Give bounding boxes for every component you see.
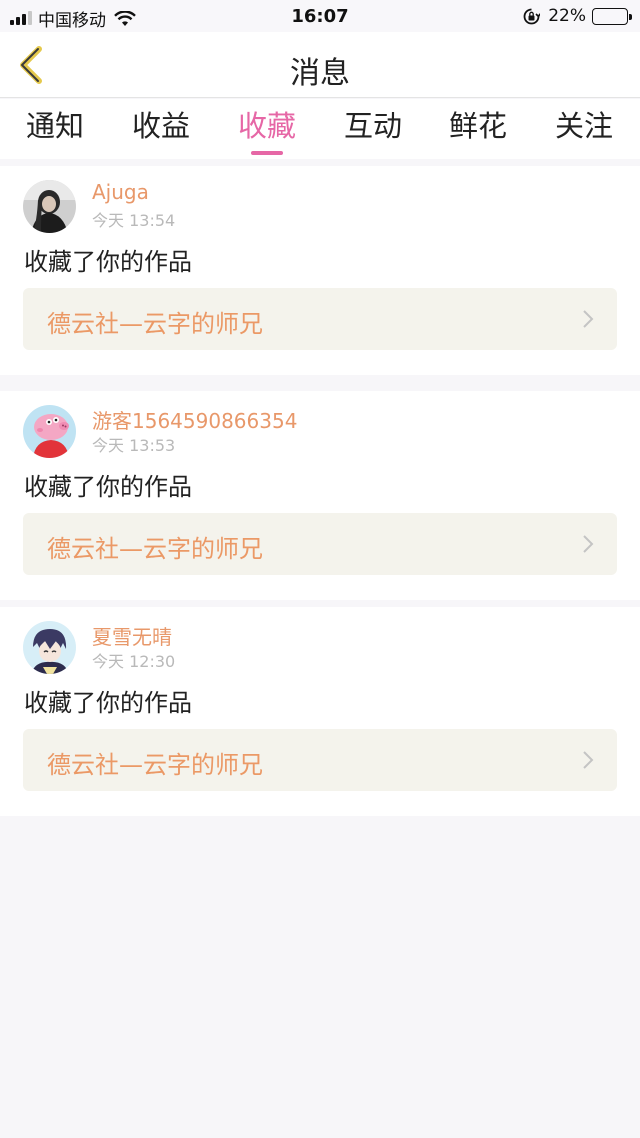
- rotation-lock-icon: [523, 8, 541, 24]
- battery-icon: [592, 7, 632, 25]
- notification-card: 游客1564590866354 今天 13:53 收藏了你的作品 德云社—云字的…: [0, 391, 640, 600]
- avatar[interactable]: [23, 621, 76, 674]
- username[interactable]: Ajuga: [92, 180, 149, 204]
- username[interactable]: 夏雪无晴: [92, 621, 172, 650]
- timestamp: 今天 13:54: [92, 211, 176, 230]
- tab-interactions[interactable]: 互动: [320, 103, 426, 145]
- page-title: 消息: [290, 56, 350, 91]
- work-link[interactable]: 德云社—云字的师兄: [23, 513, 617, 575]
- battery-percent: 22%: [548, 6, 586, 26]
- work-title: 德云社—云字的师兄: [47, 310, 263, 338]
- chevron-right-icon: [583, 310, 594, 328]
- action-text: 收藏了你的作品: [24, 689, 192, 717]
- chevron-right-icon: [583, 535, 594, 553]
- tab-label: 鲜花: [448, 109, 507, 143]
- tab-label: 收藏: [237, 109, 296, 143]
- username[interactable]: 游客1564590866354: [92, 405, 297, 434]
- tab-favorites[interactable]: 收藏: [214, 103, 320, 155]
- action-text: 收藏了你的作品: [24, 248, 192, 276]
- work-title: 德云社—云字的师兄: [47, 751, 263, 779]
- work-link[interactable]: 德云社—云字的师兄: [23, 288, 617, 350]
- tab-label: 互动: [343, 109, 402, 143]
- tab-following[interactable]: 关注: [531, 103, 637, 145]
- work-title: 德云社—云字的师兄: [47, 535, 263, 563]
- tab-label: 收益: [131, 109, 190, 143]
- tab-flowers[interactable]: 鲜花: [425, 103, 531, 145]
- timestamp: 今天 12:30: [92, 652, 176, 671]
- chevron-right-icon: [583, 751, 594, 769]
- avatar[interactable]: [23, 180, 76, 233]
- action-text: 收藏了你的作品: [24, 473, 192, 501]
- tab-label: 关注: [554, 109, 613, 143]
- tab-notifications[interactable]: 通知: [2, 103, 108, 145]
- status-bar: 中国移动 16:07 22%: [0, 0, 640, 32]
- notification-card: Ajuga 今天 13:54 收藏了你的作品 德云社—云字的师兄: [0, 166, 640, 375]
- timestamp: 今天 13:53: [92, 436, 176, 455]
- notification-card: 夏雪无晴 今天 12:30 收藏了你的作品 德云社—云字的师兄: [0, 607, 640, 816]
- status-right: 22%: [523, 6, 632, 26]
- nav-bar: 消息: [0, 32, 640, 98]
- avatar[interactable]: [23, 405, 76, 458]
- tab-earnings[interactable]: 收益: [108, 103, 214, 145]
- work-link[interactable]: 德云社—云字的师兄: [23, 729, 617, 791]
- tab-label: 通知: [25, 109, 84, 143]
- active-tab-indicator: [251, 151, 283, 155]
- tab-bar: 通知 收益 收藏 互动 鲜花 关注: [0, 99, 640, 159]
